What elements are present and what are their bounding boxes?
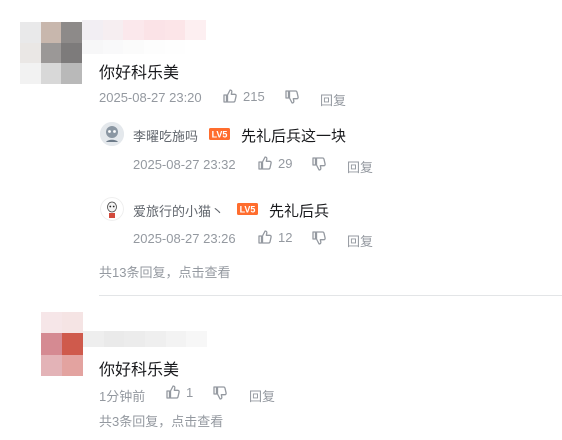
dislike-button[interactable]	[311, 230, 327, 246]
reply-username[interactable]: 李曜吃施吗	[133, 126, 198, 145]
thumb-up-icon	[165, 384, 181, 400]
thumb-down-icon	[284, 89, 300, 105]
reply-text: 先礼后兵这一块	[241, 128, 347, 145]
thumb-up-icon	[257, 229, 273, 245]
reply-username[interactable]: 爱旅行的小猫丶	[133, 201, 224, 220]
like-count: 215	[243, 88, 265, 104]
level-badge-icon: LV5	[237, 203, 258, 215]
view-more-replies[interactable]: 共3条回复，点击查看	[99, 411, 223, 430]
like-count: 12	[278, 229, 293, 245]
like-count: 29	[278, 155, 293, 171]
dislike-button[interactable]	[284, 89, 300, 105]
thumb-up-icon	[222, 88, 238, 104]
thumb-down-icon	[311, 156, 327, 172]
reply-button[interactable]: 回复	[347, 231, 373, 250]
svg-text:LV5: LV5	[212, 130, 228, 140]
like-button[interactable]: 29	[257, 155, 292, 171]
reply-button[interactable]: 回复	[249, 386, 275, 405]
reply-button[interactable]: 回复	[347, 157, 373, 176]
reply-text: 先礼后兵	[269, 203, 330, 220]
comment-text: 你好科乐美	[99, 65, 180, 82]
reply-button[interactable]: 回复	[320, 90, 346, 109]
level-badge-icon: LV5	[209, 128, 230, 140]
dislike-button[interactable]	[311, 156, 327, 172]
view-more-replies[interactable]: 共13条回复，点击查看	[99, 262, 230, 281]
thumb-up-icon	[257, 155, 273, 171]
dislike-button[interactable]	[212, 385, 228, 401]
like-button[interactable]: 12	[257, 229, 292, 245]
reply-time: 2025-08-27 23:26	[133, 231, 236, 246]
thumb-down-icon	[212, 385, 228, 401]
like-button[interactable]: 1	[165, 384, 193, 400]
reply-time: 2025-08-27 23:32	[133, 157, 236, 172]
like-count: 1	[186, 384, 194, 400]
like-button[interactable]: 215	[222, 88, 265, 104]
comment-time: 2025-08-27 23:20	[99, 90, 202, 105]
comment-time: 1分钟前	[99, 389, 146, 404]
svg-text:LV5: LV5	[240, 205, 256, 215]
reply-avatar[interactable]	[100, 122, 124, 146]
username-blurred[interactable]	[83, 331, 207, 347]
avatar[interactable]	[20, 22, 82, 84]
avatar[interactable]	[41, 312, 83, 376]
reply-avatar[interactable]	[100, 197, 124, 221]
comment-text: 你好科乐美	[99, 362, 180, 379]
thumb-down-icon	[311, 230, 327, 246]
username-blurred[interactable]	[82, 20, 206, 40]
divider	[99, 295, 562, 296]
